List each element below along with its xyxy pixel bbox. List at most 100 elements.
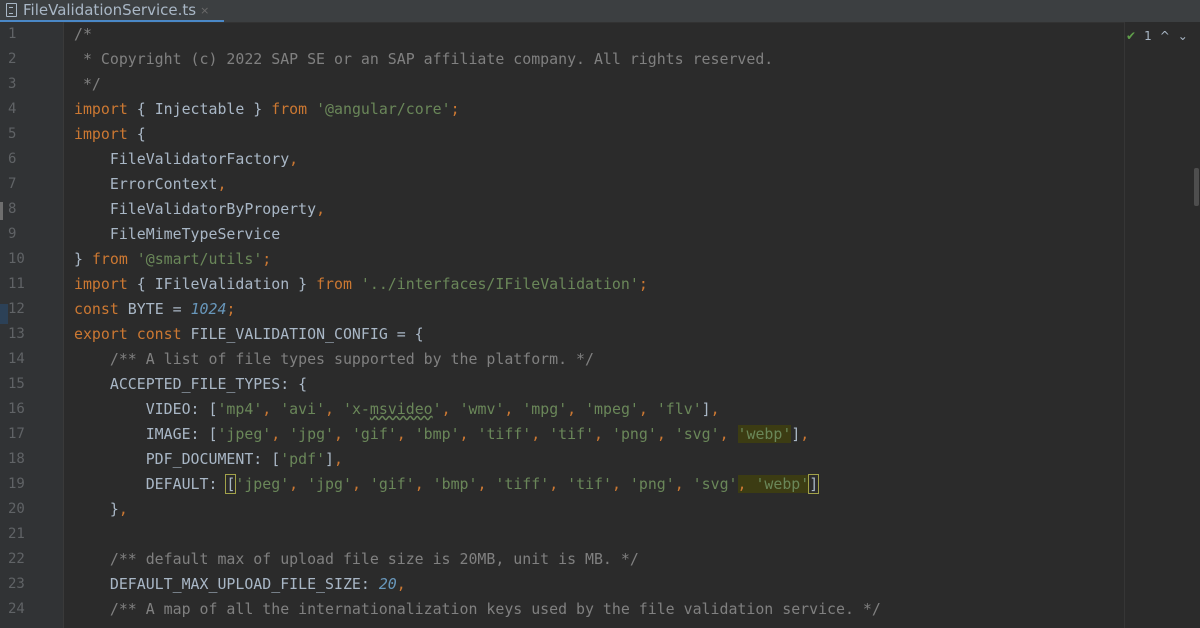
code-token: , (674, 475, 693, 493)
code-line[interactable]: const BYTE = 1024; (74, 297, 235, 322)
code-token: , (441, 400, 460, 418)
code-line[interactable]: }, (74, 497, 128, 522)
code-line[interactable]: /* (74, 22, 92, 47)
code-token: 'jpg' (289, 425, 335, 443)
code-token: { IFileValidation } (127, 275, 317, 293)
check-icon: ✔ (1126, 29, 1137, 43)
line-number: 21 (8, 526, 25, 542)
code-token: /* (74, 25, 92, 43)
code-token: , (737, 475, 756, 493)
line-number: 9 (8, 226, 17, 242)
code-token: , (638, 400, 657, 418)
code-line[interactable]: import { Injectable } from '@angular/cor… (74, 97, 460, 122)
code-token: VIDEO: [ (74, 400, 218, 418)
code-token: , (459, 425, 478, 443)
code-line[interactable]: import { IFileValidation } from '../inte… (74, 272, 648, 297)
code-token: /** default max of upload file size is 2… (74, 550, 639, 568)
line-number: 8 (8, 201, 17, 217)
code-token: FileValidatorFactory (74, 150, 290, 168)
code-token: from (316, 275, 352, 293)
code-token: '@smart/utils' (136, 250, 263, 268)
line-number-gutter[interactable]: 1 2 3 4 5 6 7 8 9 10 11 12 13 14 15 16 17 18 19 20 21 22 23 24 (0, 22, 64, 628)
code-token: , (396, 575, 406, 593)
editor-right-margin (1124, 22, 1200, 628)
code-line[interactable]: ACCEPTED_FILE_TYPES: { (74, 372, 307, 397)
code-token: 'bmp' (432, 475, 478, 493)
code-line[interactable]: * Copyright (c) 2022 SAP SE or an SAP af… (74, 47, 773, 72)
code-token: , (719, 425, 738, 443)
code-token: 'png' (611, 425, 657, 443)
code-editor[interactable]: /* * Copyright (c) 2022 SAP SE or an SAP… (64, 22, 1124, 628)
code-token: 'flv' (656, 400, 702, 418)
line-number: 17 (8, 426, 25, 442)
code-line[interactable]: IMAGE: ['jpeg', 'jpg', 'gif', 'bmp', 'ti… (74, 422, 809, 447)
code-token: { Injectable } (127, 100, 272, 118)
code-token: { (127, 125, 146, 143)
line-number: 20 (8, 501, 25, 517)
typescript-file-icon (6, 3, 17, 17)
code-token: , (334, 450, 343, 468)
code-token: 'gif' (369, 475, 415, 493)
code-line[interactable]: DEFAULT: ['jpeg', 'jpg', 'gif', 'bmp', '… (74, 472, 820, 497)
code-token: ; (262, 250, 272, 268)
code-token: , (549, 475, 568, 493)
code-token: , (118, 500, 128, 518)
code-token: 'png' (629, 475, 675, 493)
inspection-count: 1 (1144, 29, 1152, 43)
tab-file-validation-service[interactable]: FileValidationService.ts × (0, 0, 224, 22)
line-number: 12 (8, 301, 25, 317)
code-token: ' (432, 400, 442, 418)
code-token: const (74, 300, 119, 318)
code-token: msvideo (369, 400, 433, 418)
code-line[interactable]: VIDEO: ['mp4', 'avi', 'x-msvideo', 'wmv'… (74, 397, 720, 422)
code-token: from (91, 250, 128, 268)
code-token: ] (808, 474, 820, 494)
code-line[interactable]: /** A map of all the internationalizatio… (74, 597, 881, 622)
line-number: 5 (8, 126, 17, 142)
code-token: , (325, 400, 343, 418)
next-highlight-button[interactable]: ⌄ (1178, 29, 1188, 43)
code-line[interactable]: */ (74, 72, 101, 97)
code-line[interactable]: import { (74, 122, 146, 147)
code-token: ; (226, 300, 236, 318)
code-token: , (800, 425, 810, 443)
line-number: 14 (8, 351, 25, 367)
code-line[interactable]: export const FILE_VALIDATION_CONFIG = { (74, 322, 424, 347)
code-token: ErrorContext (74, 175, 218, 193)
code-line[interactable]: /** default max of upload file size is 2… (74, 547, 639, 572)
code-line[interactable]: FileValidatorByProperty, (74, 197, 325, 222)
code-token: FileMimeTypeService (74, 225, 281, 243)
previous-highlight-button[interactable]: ^ (1160, 29, 1170, 43)
close-icon[interactable]: × (200, 4, 209, 17)
code-token: ; (638, 275, 648, 293)
code-token: , (289, 150, 299, 168)
code-token: 'jpg' (307, 475, 352, 493)
code-line[interactable]: FileValidatorFactory, (74, 147, 298, 172)
code-token: import (74, 275, 128, 293)
code-token: 'avi' (280, 400, 326, 418)
code-token: PDF_DOCUMENT: [ (74, 450, 281, 468)
code-line[interactable]: PDF_DOCUMENT: ['pdf'], (74, 447, 343, 472)
code-line[interactable]: FileMimeTypeService (74, 222, 280, 247)
code-token: FILE_VALIDATION_CONFIG = { (181, 325, 424, 343)
code-token: , (477, 475, 496, 493)
code-token: export const (74, 325, 182, 343)
code-token: 'wmv' (459, 400, 505, 418)
code-token: 'mpeg' (585, 400, 639, 418)
code-token: } (74, 500, 119, 518)
line-number: 6 (8, 151, 17, 167)
code-line[interactable]: ErrorContext, (74, 172, 227, 197)
code-line[interactable]: } from '@smart/utils'; (74, 247, 271, 272)
code-token: , (217, 175, 227, 193)
code-token: '@angular/core' (316, 100, 451, 118)
code-line[interactable]: DEFAULT_MAX_UPLOAD_FILE_SIZE: 20, (74, 572, 406, 597)
code-token: 'x- (342, 400, 370, 418)
code-token: , (567, 400, 586, 418)
code-token: 'mp4' (217, 400, 263, 418)
scrollbar-thumb[interactable] (1194, 168, 1199, 206)
code-token: 'gif' (351, 425, 397, 443)
code-token: /** A map of all the internationalizatio… (74, 600, 881, 618)
inspection-widget[interactable]: ✔ 1 ^ ⌄ (1126, 26, 1188, 46)
code-line[interactable]: /** A list of file types supported by th… (74, 347, 594, 372)
